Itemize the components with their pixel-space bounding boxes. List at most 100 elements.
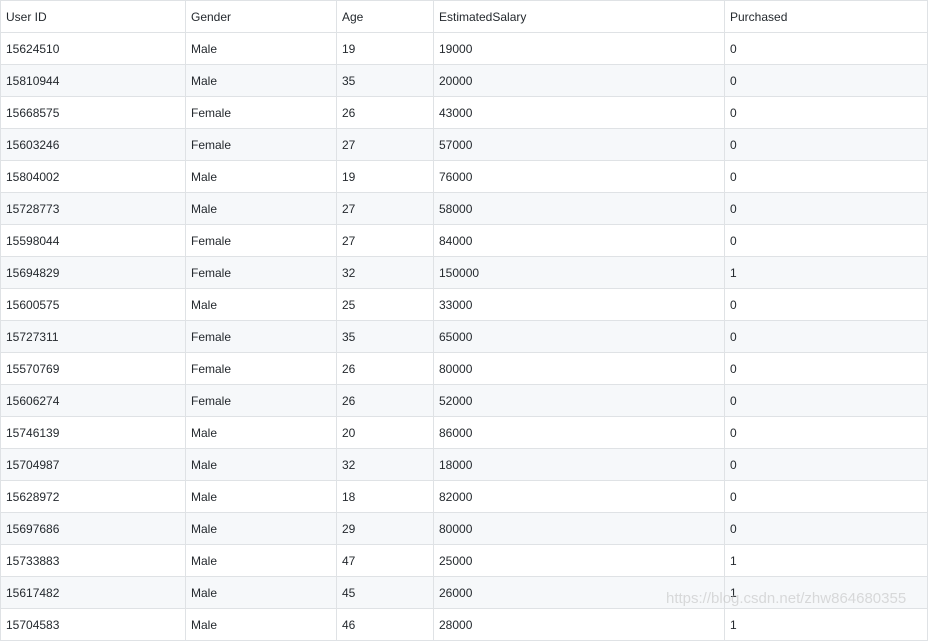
cell-estimated-salary: 43000 [433,96,725,129]
table-row: 15694829 Female 32 150000 1 [0,256,928,289]
table-row: 15733883 Male 47 25000 1 [0,544,928,577]
cell-gender: Male [185,544,337,577]
data-table: User ID Gender Age EstimatedSalary Purch… [0,0,928,641]
table-row: 15606274 Female 26 52000 0 [0,384,928,417]
cell-purchased: 0 [724,288,928,321]
cell-gender: Male [185,448,337,481]
cell-age: 27 [336,192,434,225]
cell-estimated-salary: 76000 [433,160,725,193]
cell-estimated-salary: 82000 [433,480,725,513]
cell-age: 19 [336,32,434,65]
watermark: https://blog.csdn.net/zhw864680355 [666,590,907,607]
table-row: 15704583 Male 46 28000 1 [0,608,928,641]
cell-user-id: 15606274 [0,384,186,417]
table-row: 15810944 Male 35 20000 0 [0,64,928,97]
cell-estimated-salary: 80000 [433,512,725,545]
cell-age: 26 [336,384,434,417]
cell-user-id: 15603246 [0,128,186,161]
cell-estimated-salary: 33000 [433,288,725,321]
cell-purchased: 0 [724,320,928,353]
cell-age: 32 [336,256,434,289]
cell-estimated-salary: 86000 [433,416,725,449]
cell-purchased: 1 [724,544,928,577]
cell-user-id: 15697686 [0,512,186,545]
cell-user-id: 15746139 [0,416,186,449]
cell-gender: Male [185,192,337,225]
cell-purchased: 0 [724,512,928,545]
cell-estimated-salary: 20000 [433,64,725,97]
table-row: 15603246 Female 27 57000 0 [0,128,928,161]
table-row: 15728773 Male 27 58000 0 [0,192,928,225]
cell-purchased: 1 [724,608,928,641]
cell-user-id: 15804002 [0,160,186,193]
cell-gender: Male [185,32,337,65]
cell-user-id: 15733883 [0,544,186,577]
cell-age: 35 [336,320,434,353]
cell-purchased: 0 [724,96,928,129]
cell-purchased: 0 [724,416,928,449]
table-row: 15704987 Male 32 18000 0 [0,448,928,481]
cell-user-id: 15704987 [0,448,186,481]
table-row: 15697686 Male 29 80000 0 [0,512,928,545]
column-header-user-id[interactable]: User ID [0,0,186,33]
cell-user-id: 15704583 [0,608,186,641]
cell-estimated-salary: 80000 [433,352,725,385]
table-row: 15727311 Female 35 65000 0 [0,320,928,353]
cell-purchased: 0 [724,224,928,257]
table-row: 15600575 Male 25 33000 0 [0,288,928,321]
cell-gender: Female [185,128,337,161]
table-row: 15746139 Male 20 86000 0 [0,416,928,449]
cell-age: 27 [336,224,434,257]
column-header-gender[interactable]: Gender [185,0,337,33]
cell-gender: Female [185,256,337,289]
cell-gender: Male [185,416,337,449]
cell-purchased: 0 [724,128,928,161]
cell-user-id: 15628972 [0,480,186,513]
cell-user-id: 15727311 [0,320,186,353]
table-row: 15668575 Female 26 43000 0 [0,96,928,129]
cell-age: 19 [336,160,434,193]
table-body: 15624510 Male 19 19000 0 15810944 Male 35 20000 0… [0,32,928,641]
cell-estimated-salary: 150000 [433,256,725,289]
cell-purchased: 1 [724,256,928,289]
column-header-purchased[interactable]: Purchased [724,0,928,33]
cell-age: 25 [336,288,434,321]
cell-purchased: 0 [724,352,928,385]
cell-age: 35 [336,64,434,97]
table-row: 15804002 Male 19 76000 0 [0,160,928,193]
cell-age: 46 [336,608,434,641]
cell-purchased: 0 [724,192,928,225]
cell-age: 32 [336,448,434,481]
cell-gender: Male [185,608,337,641]
cell-age: 26 [336,352,434,385]
cell-estimated-salary: 84000 [433,224,725,257]
cell-gender: Male [185,480,337,513]
cell-gender: Male [185,288,337,321]
cell-estimated-salary: 25000 [433,544,725,577]
cell-gender: Male [185,64,337,97]
cell-age: 26 [336,96,434,129]
cell-age: 27 [336,128,434,161]
cell-purchased: 0 [724,160,928,193]
cell-purchased: 0 [724,384,928,417]
cell-user-id: 15728773 [0,192,186,225]
column-header-estimated-salary[interactable]: EstimatedSalary [433,0,725,33]
cell-user-id: 15617482 [0,576,186,609]
cell-user-id: 15694829 [0,256,186,289]
column-header-age[interactable]: Age [336,0,434,33]
cell-gender: Female [185,384,337,417]
cell-gender: Female [185,352,337,385]
cell-estimated-salary: 18000 [433,448,725,481]
cell-gender: Female [185,224,337,257]
table-row: 15598044 Female 27 84000 0 [0,224,928,257]
cell-estimated-salary: 57000 [433,128,725,161]
cell-age: 47 [336,544,434,577]
cell-estimated-salary: 52000 [433,384,725,417]
cell-estimated-salary: 58000 [433,192,725,225]
cell-gender: Male [185,576,337,609]
cell-age: 18 [336,480,434,513]
cell-age: 45 [336,576,434,609]
cell-user-id: 15600575 [0,288,186,321]
cell-gender: Male [185,512,337,545]
cell-age: 20 [336,416,434,449]
